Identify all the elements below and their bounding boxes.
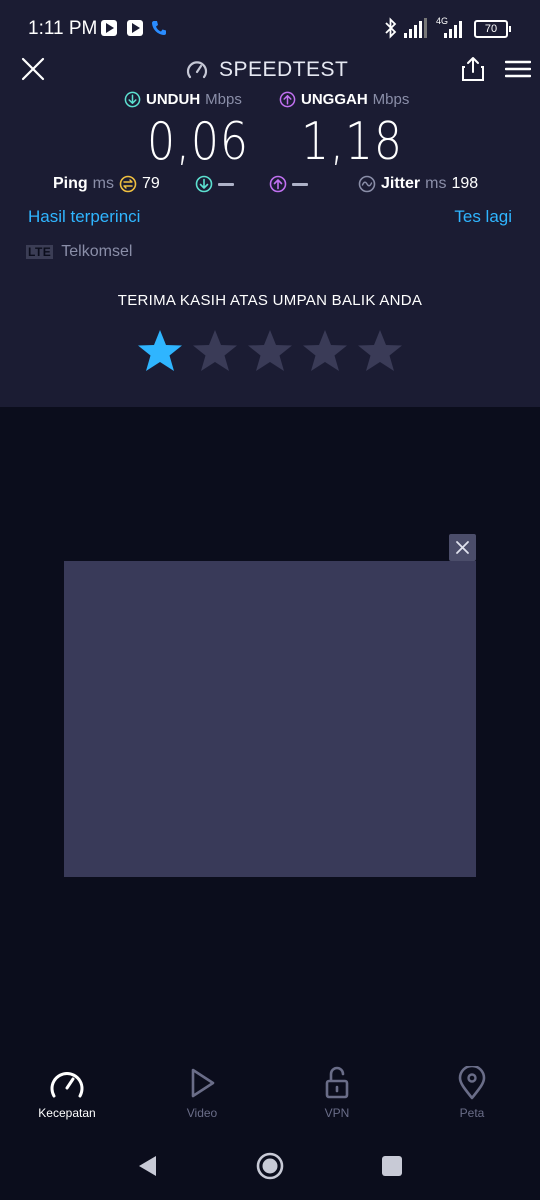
speedometer-icon bbox=[50, 1072, 84, 1098]
upload-arrow-icon bbox=[279, 91, 296, 108]
ping-value: 79 bbox=[142, 175, 160, 192]
ping-unit: ms bbox=[92, 175, 114, 192]
star-icon[interactable] bbox=[192, 328, 238, 374]
results-panel: 1:11 PM 4G 70 SPEEDTEST UNDUH Mbps UNGGA… bbox=[0, 0, 540, 407]
nav-label: Peta bbox=[459, 1106, 485, 1120]
star-icon[interactable] bbox=[137, 328, 183, 374]
ping-icon bbox=[119, 175, 137, 193]
ad-placeholder[interactable] bbox=[64, 561, 476, 877]
status-time: 1:11 PM bbox=[28, 18, 98, 39]
upload-label: UNGGAH bbox=[301, 91, 368, 108]
ping-stat: Ping ms 79 bbox=[53, 175, 160, 193]
jitter-stat: Jitter ms 198 bbox=[358, 175, 478, 193]
upload-value: 1,18 bbox=[301, 112, 403, 172]
provider-name: Telkomsel bbox=[61, 243, 133, 260]
map-pin-icon bbox=[458, 1066, 486, 1100]
nav-item-video[interactable]: Video bbox=[142, 1060, 262, 1120]
provider-info: LTE Telkomsel bbox=[26, 243, 132, 261]
no-value-dash bbox=[218, 182, 234, 186]
jitter-unit: ms bbox=[425, 175, 447, 192]
no-value-dash bbox=[292, 182, 308, 186]
star-icon[interactable] bbox=[247, 328, 293, 374]
recents-icon[interactable] bbox=[381, 1155, 403, 1177]
unlock-icon bbox=[325, 1066, 349, 1099]
nav-label: Kecepatan bbox=[38, 1106, 96, 1120]
ad-close-button[interactable] bbox=[449, 534, 476, 561]
home-icon[interactable] bbox=[255, 1151, 285, 1181]
star-icon[interactable] bbox=[302, 328, 348, 374]
battery-icon: 70 bbox=[474, 20, 511, 38]
upload-unit: Mbps bbox=[372, 91, 410, 108]
close-icon bbox=[456, 541, 469, 554]
download-value: 0,06 bbox=[147, 112, 249, 172]
jitter-icon bbox=[358, 175, 376, 193]
download-arrow-icon bbox=[195, 175, 213, 193]
cell-signal-icon bbox=[404, 18, 428, 38]
nav-item-map[interactable]: Peta bbox=[412, 1060, 532, 1120]
star-rating[interactable] bbox=[137, 328, 412, 374]
jitter-value: 198 bbox=[451, 175, 479, 192]
star-icon[interactable] bbox=[357, 328, 403, 374]
download-unit: Mbps bbox=[205, 91, 242, 108]
detailed-results-link[interactable]: Hasil terperinci bbox=[28, 207, 140, 227]
app-title-text: SPEEDTEST bbox=[219, 58, 349, 81]
play-store-notification-icon bbox=[127, 20, 143, 36]
upload-arrow-icon bbox=[269, 175, 287, 193]
system-navigation-bar bbox=[0, 1140, 540, 1200]
nav-item-speed[interactable]: Kecepatan bbox=[7, 1060, 127, 1120]
speedometer-logo-icon bbox=[186, 61, 208, 79]
nav-label: Video bbox=[186, 1106, 218, 1120]
lte-badge: LTE bbox=[26, 245, 54, 259]
play-icon bbox=[191, 1068, 215, 1098]
ping-download-stat bbox=[195, 175, 234, 193]
test-again-link[interactable]: Tes lagi bbox=[454, 207, 512, 227]
download-header: UNDUH Mbps bbox=[124, 91, 242, 108]
upload-header: UNGGAH Mbps bbox=[279, 91, 409, 108]
menu-icon[interactable] bbox=[505, 60, 531, 78]
bottom-navigation: Kecepatan Video VPN Peta bbox=[0, 1060, 540, 1130]
status-bar: 1:11 PM 4G 70 bbox=[0, 0, 540, 58]
stats-row: Ping ms 79 Jitter ms 198 bbox=[0, 175, 540, 195]
download-arrow-icon bbox=[124, 91, 141, 108]
jitter-label: Jitter bbox=[381, 175, 421, 192]
nav-label: VPN bbox=[324, 1106, 350, 1120]
app-title: SPEEDTEST bbox=[185, 56, 348, 84]
download-label: UNDUH bbox=[146, 91, 201, 108]
nav-item-vpn[interactable]: VPN bbox=[277, 1060, 397, 1120]
ping-label: Ping bbox=[53, 175, 88, 192]
ping-upload-stat bbox=[269, 175, 308, 193]
bluetooth-icon bbox=[385, 17, 397, 39]
play-store-notification-icon bbox=[101, 20, 117, 36]
phone-call-icon bbox=[152, 21, 166, 35]
close-icon[interactable] bbox=[20, 56, 46, 82]
back-icon[interactable] bbox=[136, 1154, 160, 1178]
share-icon[interactable] bbox=[460, 56, 486, 82]
cell-signal-icon bbox=[440, 18, 466, 38]
feedback-title: TERIMA KASIH ATAS UMPAN BALIK ANDA bbox=[117, 292, 423, 309]
